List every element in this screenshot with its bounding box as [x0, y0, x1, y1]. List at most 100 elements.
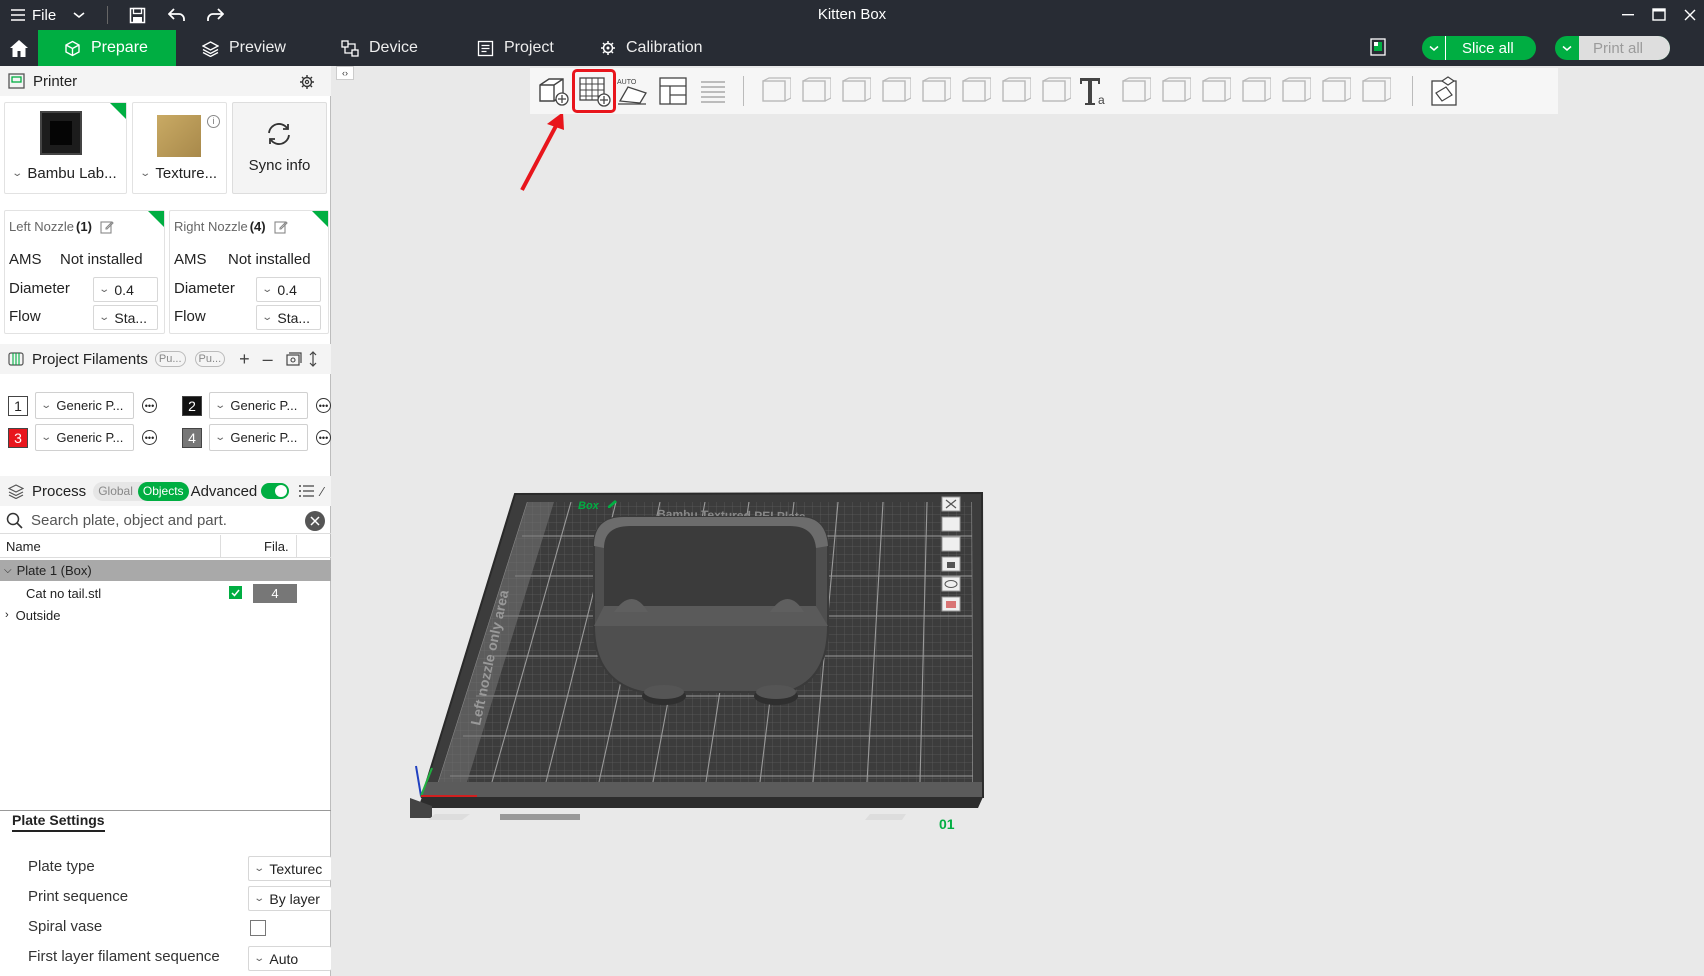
filament-slot-number[interactable]: 4 [182, 428, 202, 448]
tab-prepare[interactable]: Prepare [38, 30, 176, 66]
variable-layer-icon[interactable] [1236, 72, 1274, 110]
edit-icon[interactable] [274, 220, 288, 234]
filament-options-icon[interactable]: ••• [142, 398, 157, 413]
table-row-object[interactable]: Cat no tail.stl 4 [0, 582, 331, 604]
home-button[interactable] [0, 30, 38, 66]
process-layers-icon [8, 483, 24, 499]
print-dropdown-icon[interactable] [1555, 36, 1579, 60]
support-paint-icon[interactable] [996, 72, 1034, 110]
minimize-icon[interactable] [1622, 0, 1636, 30]
printer-settings-gear-icon[interactable] [299, 74, 315, 90]
printer-selector[interactable]: ⌄ Bambu Lab... [4, 102, 127, 194]
scale-icon[interactable] [836, 72, 874, 110]
left-nozzle-count: (1) [76, 219, 92, 234]
plate-number-label[interactable]: 01 [939, 816, 955, 832]
save-icon[interactable] [129, 0, 146, 30]
measure-icon[interactable] [1156, 72, 1194, 110]
right-flow-dropdown[interactable]: ⌄ Sta... [256, 305, 321, 330]
right-diameter-dropdown[interactable]: ⌄ 0.4 [256, 277, 321, 302]
parts-icon[interactable] [1316, 72, 1354, 110]
edit-icon[interactable] [100, 220, 114, 234]
table-row-outside[interactable]: › Outside [0, 604, 331, 626]
info-icon[interactable]: i [207, 115, 220, 128]
undo-icon[interactable] [168, 0, 186, 30]
filament-slot-number[interactable]: 1 [8, 396, 28, 416]
move-icon[interactable] [756, 72, 794, 110]
plate-manager-icon[interactable] [1370, 38, 1386, 56]
filament-dropdown[interactable]: ⌄ Generic P... [209, 392, 308, 419]
model-kitten-box[interactable] [593, 516, 829, 705]
more-icon[interactable]: ∕ [321, 484, 323, 499]
print-all-button[interactable]: Print all [1555, 36, 1670, 60]
toggle-global[interactable]: Global [93, 484, 138, 498]
filament-dropdown[interactable]: ⌄ Generic P... [35, 392, 134, 419]
slice-range-icon[interactable] [1276, 72, 1314, 110]
plate-setting-dropdown[interactable]: ⌄ Auto [248, 946, 331, 971]
auto-orient-icon[interactable]: AUTO [614, 72, 652, 110]
filament-chip-2[interactable]: Pu... [194, 351, 226, 367]
filament-slot-number[interactable]: 3 [8, 428, 28, 448]
build-plate[interactable]: Box 01 Bambu Textured PEI Plate Left noz… [332, 66, 1704, 976]
cut-icon[interactable] [916, 72, 954, 110]
rotate-icon[interactable] [796, 72, 834, 110]
tab-project[interactable]: Project [477, 30, 554, 66]
arrange-icon[interactable] [654, 72, 692, 110]
clear-search-icon[interactable] [305, 511, 325, 531]
spiral-vase-checkbox[interactable] [250, 920, 266, 936]
explode-icon[interactable] [1426, 72, 1464, 110]
filament-dropdown[interactable]: ⌄ Generic P... [209, 424, 308, 451]
collapse-chevron-icon[interactable]: ⌵ [4, 565, 12, 576]
left-diameter-dropdown[interactable]: ⌄ 0.4 [93, 277, 158, 302]
tab-plate-settings[interactable]: Plate Settings [12, 812, 105, 832]
plate-thumbnail-icon [157, 115, 201, 157]
slice-all-button[interactable]: Slice all [1422, 36, 1536, 60]
slice-dropdown-icon[interactable] [1422, 36, 1446, 60]
plate-setting-dropdown[interactable]: ⌄ By layer [248, 886, 331, 911]
table-row-plate[interactable]: ⌵ Plate 1 (Box) [0, 560, 331, 581]
object-search-field[interactable]: Search plate, object and part. [0, 508, 331, 534]
advanced-toggle[interactable] [261, 483, 290, 499]
filament-settings-icon[interactable] [286, 351, 302, 367]
plate-type-selector[interactable]: i ⌄ Texture... [132, 102, 227, 194]
close-icon[interactable] [1684, 0, 1696, 30]
plate-setting-dropdown[interactable]: ⌄ Texturec [248, 856, 331, 881]
filament-chip-1[interactable]: Pu... [154, 351, 186, 367]
filament-options-icon[interactable]: ••• [142, 430, 157, 445]
file-dropdown-chevron-icon[interactable] [72, 0, 86, 30]
lay-on-face-icon[interactable] [876, 72, 914, 110]
filament-dropdown[interactable]: ⌄ Generic P... [35, 424, 134, 451]
toggle-objects[interactable]: Objects [137, 481, 189, 501]
maximize-icon[interactable] [1652, 0, 1666, 30]
mesh-boolean-icon[interactable] [956, 72, 994, 110]
file-menu[interactable]: File [10, 0, 56, 30]
process-scope-toggle[interactable]: Global Objects [93, 481, 189, 501]
add-plate-icon[interactable] [572, 69, 616, 113]
plate-name-label[interactable]: Box [578, 500, 600, 512]
object-checked-icon[interactable] [229, 586, 242, 599]
add-object-icon[interactable] [534, 72, 572, 110]
filament-options-icon[interactable]: ••• [316, 398, 331, 413]
emboss-icon[interactable] [1116, 72, 1154, 110]
split-layers-icon[interactable] [694, 72, 732, 110]
expand-chevron-icon[interactable]: › [5, 609, 9, 621]
list-view-icon[interactable] [299, 485, 315, 497]
sync-info-button[interactable]: Sync info [232, 102, 327, 194]
filament-slot-number[interactable]: 2 [182, 396, 202, 416]
tab-calibration[interactable]: Calibration [600, 30, 702, 66]
3d-viewport[interactable]: ‹› Box 01 Bambu Textured PEI Plate Left … [332, 66, 1704, 976]
tab-preview[interactable]: Preview [202, 30, 286, 66]
assemble-icon[interactable] [1196, 72, 1234, 110]
text-icon[interactable]: a [1076, 72, 1114, 110]
filament-options-icon[interactable]: ••• [316, 430, 331, 445]
orient-plate-icon[interactable] [941, 536, 961, 552]
brim-ears-icon[interactable] [1356, 72, 1394, 110]
remove-filament-icon[interactable]: – [263, 349, 273, 370]
color-paint-icon[interactable] [1036, 72, 1074, 110]
redo-icon[interactable] [206, 0, 224, 30]
left-flow-dropdown[interactable]: ⌄ Sta... [93, 305, 158, 330]
tab-device[interactable]: Device [341, 30, 418, 66]
add-filament-icon[interactable]: + [239, 349, 250, 370]
arrange-plate-icon[interactable] [941, 516, 961, 532]
filament-sync-icon[interactable] [309, 351, 317, 367]
object-filament-badge[interactable]: 4 [253, 584, 297, 603]
